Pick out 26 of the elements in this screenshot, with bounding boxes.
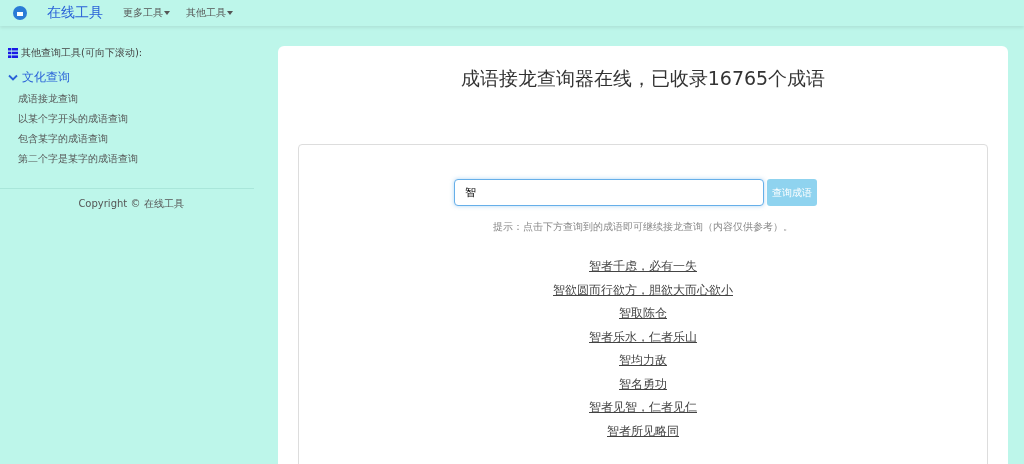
idiom-link[interactable]: 智名勇功: [619, 375, 667, 393]
sidebar-link[interactable]: 第二个字是某字的成语查询: [18, 153, 254, 166]
list-icon: [8, 48, 18, 58]
dropdown-menu[interactable]: 更多工具: [123, 6, 170, 20]
sidebar-link[interactable]: 以某个字开头的成语查询: [18, 113, 254, 126]
idiom-link[interactable]: 智者千虑，必有一失: [589, 258, 697, 276]
dropdown-menu[interactable]: 其他工具: [186, 6, 233, 20]
idiom-link[interactable]: 智者所见略同: [607, 422, 679, 440]
caret-icon: [227, 11, 233, 15]
logo-icon: [13, 6, 27, 20]
idiom-link[interactable]: 智均力敌: [619, 352, 667, 370]
caret-icon: [164, 11, 170, 15]
sidebar-group[interactable]: 文化查询: [8, 69, 254, 86]
brand-link[interactable]: 在线工具: [47, 4, 103, 22]
chevron-icon: [8, 73, 18, 82]
idiom-link[interactable]: 智取陈仓: [619, 305, 667, 323]
idiom-link[interactable]: 智欲圆而行欲方，胆欲大而心欲小: [553, 281, 733, 299]
sidebar-link[interactable]: 成语接龙查询: [18, 93, 254, 106]
hint-text: 提示：点击下方查询到的成语即可继续接龙查询（内容仅供参考）。: [492, 220, 794, 234]
sidebar-heading: 其他查询工具(可向下滚动):: [21, 46, 143, 60]
sidebar-link[interactable]: 包含某字的成语查询: [18, 133, 254, 146]
idiom-link[interactable]: 智者乐水，仁者乐山: [589, 328, 697, 346]
page-title: 成语接龙查询器在线，已收录16765个成语: [459, 66, 827, 91]
idiom-link[interactable]: 智者见智，仁者见仁: [589, 399, 697, 417]
copyright-text: Copyright © 在线工具: [77, 197, 185, 211]
search-field[interactable]: 智: [454, 179, 764, 206]
